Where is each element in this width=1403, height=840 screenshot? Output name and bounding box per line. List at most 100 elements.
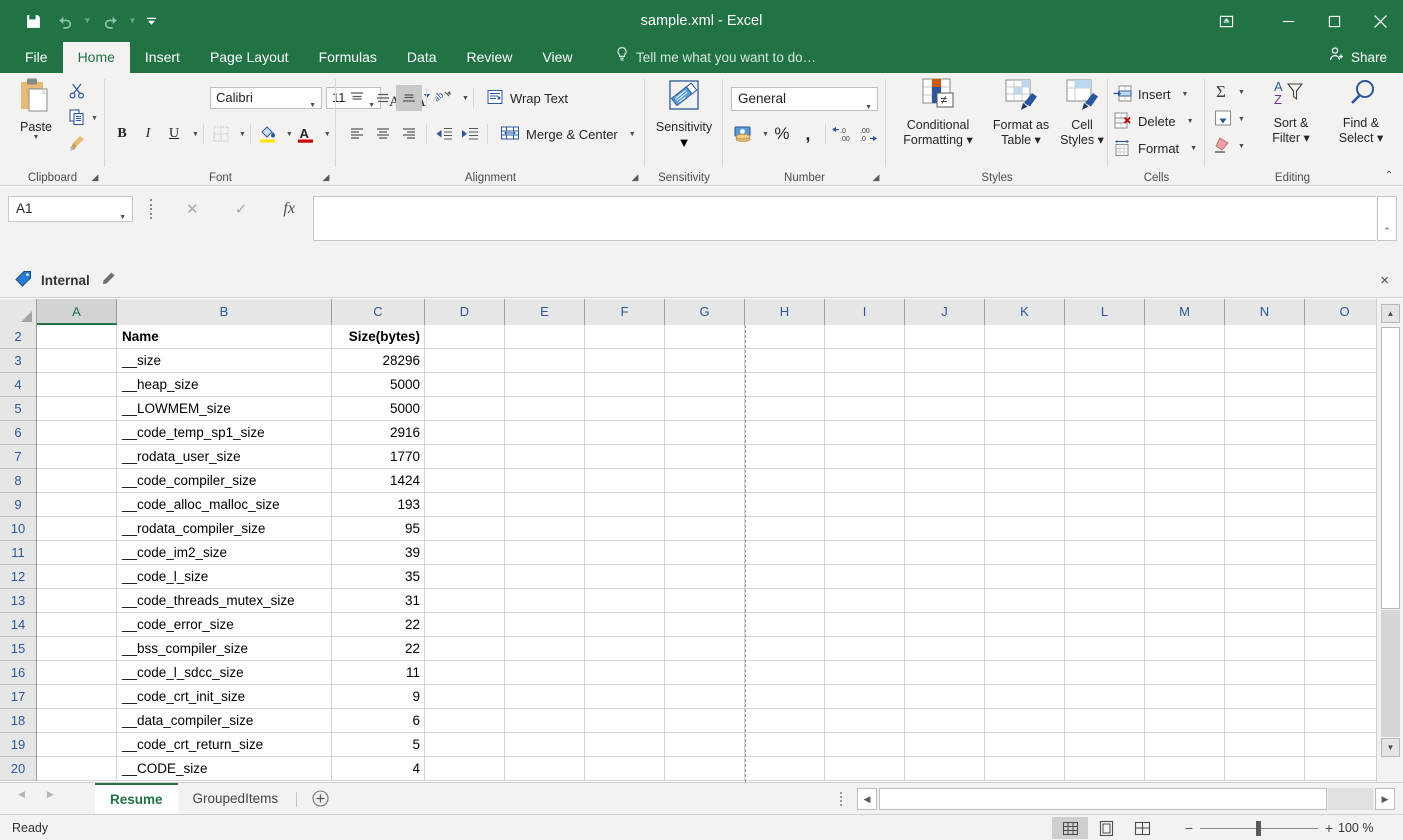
cell-H2[interactable] [745, 325, 825, 349]
cell-G7[interactable] [665, 445, 745, 469]
format-cells-button[interactable]: Format ▼ [1113, 135, 1197, 162]
cell-N13[interactable] [1225, 589, 1305, 613]
cell-G5[interactable] [665, 397, 745, 421]
cell-F15[interactable] [585, 637, 665, 661]
cell-O20[interactable] [1305, 757, 1385, 781]
cell-E8[interactable] [505, 469, 585, 493]
cell-C11[interactable]: 39 [332, 541, 425, 565]
cell-B9[interactable]: __code_alloc_malloc_size [117, 493, 332, 517]
cell-H13[interactable] [745, 589, 825, 613]
orientation-button[interactable]: ab [431, 85, 457, 111]
cell-L5[interactable] [1065, 397, 1145, 421]
cell-F7[interactable] [585, 445, 665, 469]
percent-style-button[interactable]: % [769, 121, 795, 147]
cell-H19[interactable] [745, 733, 825, 757]
cell-B7[interactable]: __rodata_user_size [117, 445, 332, 469]
cell-G2[interactable] [665, 325, 745, 349]
cell-D17[interactable] [425, 685, 505, 709]
row-header-5[interactable]: 5 [0, 397, 36, 421]
font-color-dropdown-icon[interactable]: ▼ [324, 131, 331, 138]
cell-E18[interactable] [505, 709, 585, 733]
cell-N16[interactable] [1225, 661, 1305, 685]
cell-B19[interactable]: __code_crt_return_size [117, 733, 332, 757]
cell-B2[interactable]: Name [117, 325, 332, 349]
cell-F10[interactable] [585, 517, 665, 541]
cell-H15[interactable] [745, 637, 825, 661]
cell-O11[interactable] [1305, 541, 1385, 565]
cell-D13[interactable] [425, 589, 505, 613]
tab-formulas[interactable]: Formulas [304, 42, 392, 73]
cell-A8[interactable] [37, 469, 117, 493]
insert-cells-button[interactable]: Insert ▼ [1113, 81, 1197, 108]
cell-A20[interactable] [37, 757, 117, 781]
close-sensitivity-bar-icon[interactable]: × [1380, 272, 1389, 289]
tab-home[interactable]: Home [62, 42, 130, 73]
cell-I12[interactable] [825, 565, 905, 589]
cell-E15[interactable] [505, 637, 585, 661]
cell-J13[interactable] [905, 589, 985, 613]
minimize-icon[interactable] [1265, 0, 1311, 42]
cell-I9[interactable] [825, 493, 905, 517]
cell-N19[interactable] [1225, 733, 1305, 757]
cell-A19[interactable] [37, 733, 117, 757]
cell-E13[interactable] [505, 589, 585, 613]
cell-N4[interactable] [1225, 373, 1305, 397]
cell-L20[interactable] [1065, 757, 1145, 781]
cell-C8[interactable]: 1424 [332, 469, 425, 493]
accounting-dropdown-icon[interactable]: ▼ [762, 131, 769, 138]
cell-J7[interactable] [905, 445, 985, 469]
cell-E11[interactable] [505, 541, 585, 565]
cell-G14[interactable] [665, 613, 745, 637]
cell-O5[interactable] [1305, 397, 1385, 421]
cell-D5[interactable] [425, 397, 505, 421]
column-header-f[interactable]: F [585, 299, 665, 325]
cell-E19[interactable] [505, 733, 585, 757]
maximize-icon[interactable] [1311, 0, 1357, 42]
cell-G20[interactable] [665, 757, 745, 781]
cell-B15[interactable]: __bss_compiler_size [117, 637, 332, 661]
cell-O6[interactable] [1305, 421, 1385, 445]
cell-N3[interactable] [1225, 349, 1305, 373]
cell-L7[interactable] [1065, 445, 1145, 469]
cell-I11[interactable] [825, 541, 905, 565]
cell-O10[interactable] [1305, 517, 1385, 541]
cell-N5[interactable] [1225, 397, 1305, 421]
cell-B5[interactable]: __LOWMEM_size [117, 397, 332, 421]
cell-K13[interactable] [985, 589, 1065, 613]
cell-N2[interactable] [1225, 325, 1305, 349]
column-header-l[interactable]: L [1065, 299, 1145, 325]
cell-A16[interactable] [37, 661, 117, 685]
cell-I13[interactable] [825, 589, 905, 613]
cell-K17[interactable] [985, 685, 1065, 709]
cell-G9[interactable] [665, 493, 745, 517]
cell-B16[interactable]: __code_l_sdcc_size [117, 661, 332, 685]
cell-K9[interactable] [985, 493, 1065, 517]
cell-L4[interactable] [1065, 373, 1145, 397]
cell-N18[interactable] [1225, 709, 1305, 733]
cell-L9[interactable] [1065, 493, 1145, 517]
hscrollbar-handle[interactable] [838, 792, 843, 806]
close-icon[interactable] [1357, 0, 1403, 42]
cell-J15[interactable] [905, 637, 985, 661]
cell-E14[interactable] [505, 613, 585, 637]
underline-button[interactable]: U [161, 121, 187, 147]
cell-K14[interactable] [985, 613, 1065, 637]
column-header-o[interactable]: O [1305, 299, 1385, 325]
autosum-button[interactable]: Σ ▼ [1213, 79, 1245, 106]
cell-L8[interactable] [1065, 469, 1145, 493]
cell-F5[interactable] [585, 397, 665, 421]
cell-A2[interactable] [37, 325, 117, 349]
cell-H8[interactable] [745, 469, 825, 493]
expand-formula-bar-icon[interactable]: ⌃ [1377, 196, 1397, 241]
zoom-slider-thumb[interactable] [1256, 821, 1261, 836]
number-dialog-launcher[interactable]: ◢ [870, 171, 882, 183]
underline-dropdown-icon[interactable]: ▼ [192, 131, 199, 138]
copy-dropdown-icon[interactable]: ▼ [91, 115, 98, 122]
find-select-button[interactable]: Find & Select ▾ [1327, 77, 1395, 146]
cell-G10[interactable] [665, 517, 745, 541]
clear-dropdown-icon[interactable]: ▼ [1238, 143, 1245, 150]
insert-dropdown-icon[interactable]: ▼ [1182, 91, 1189, 98]
delete-dropdown-icon[interactable]: ▼ [1187, 118, 1194, 125]
cell-L19[interactable] [1065, 733, 1145, 757]
cell-J12[interactable] [905, 565, 985, 589]
